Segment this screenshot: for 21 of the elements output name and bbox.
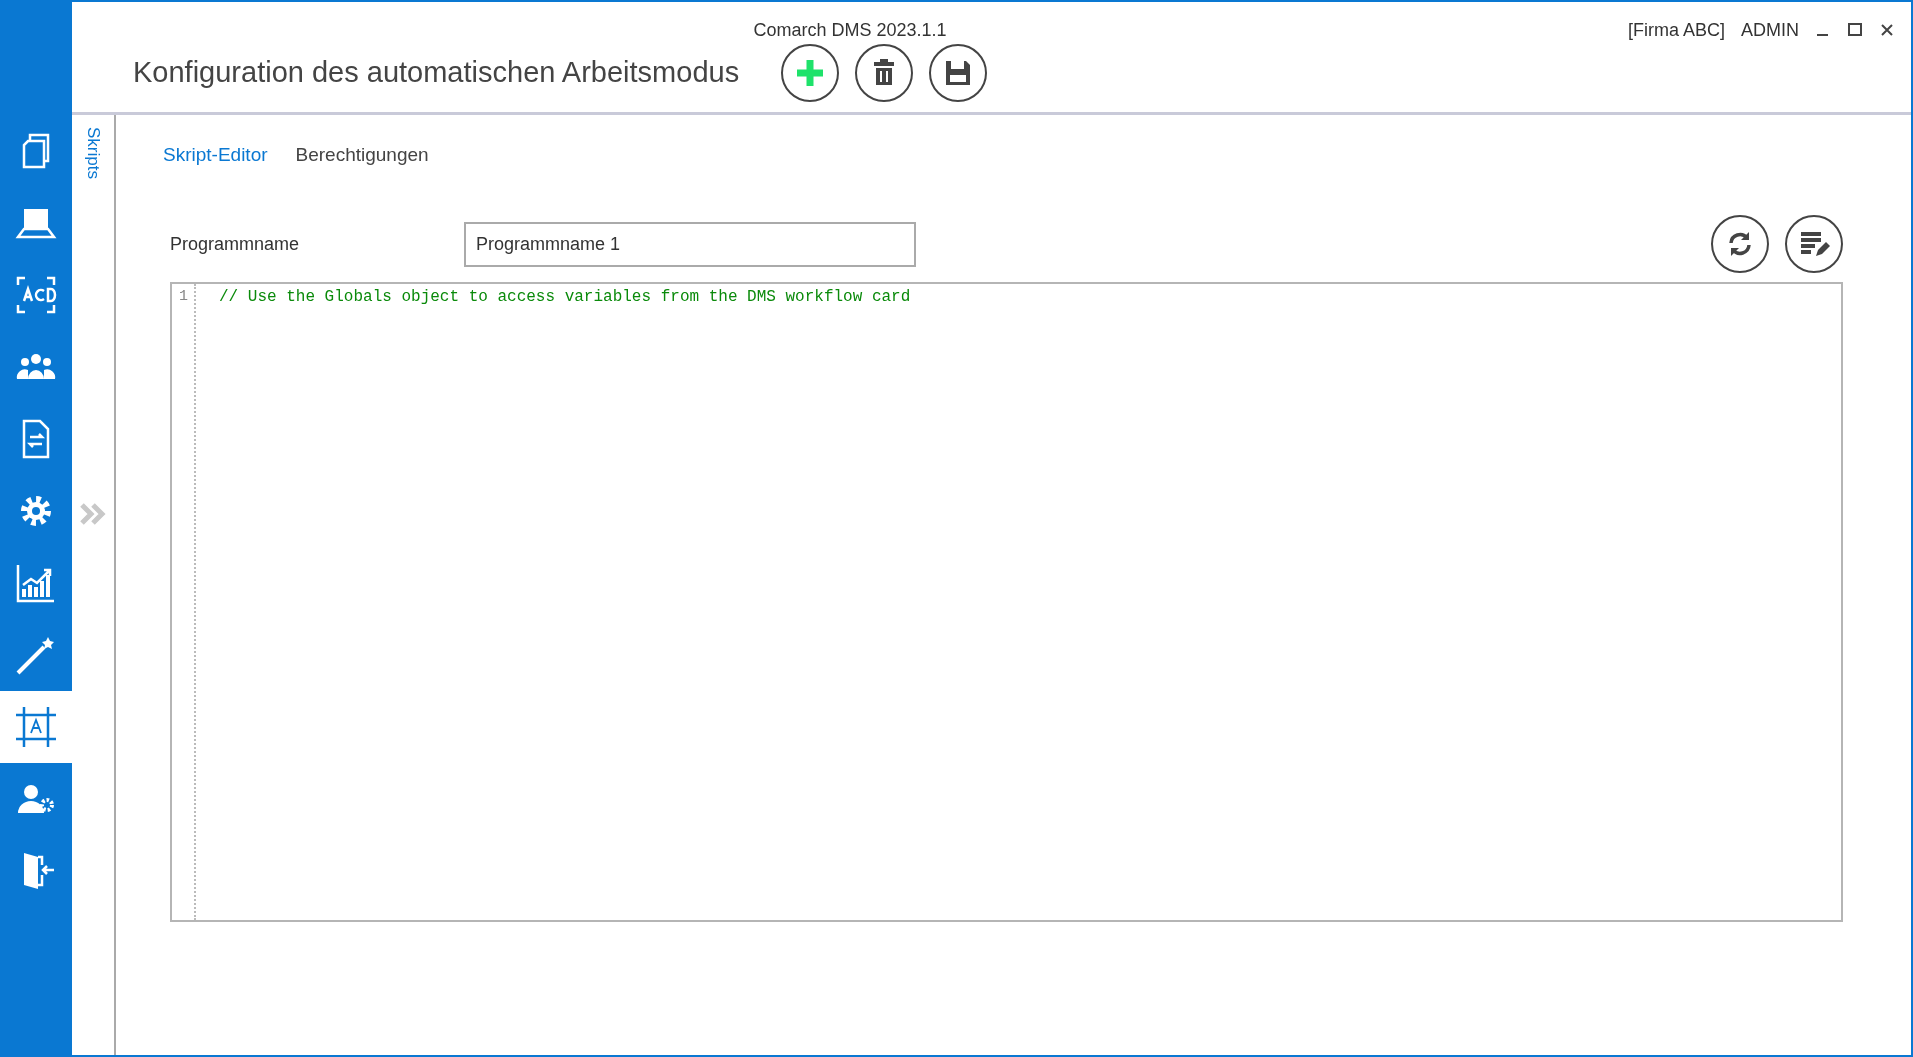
- edit-list-button[interactable]: [1785, 215, 1843, 273]
- sidebar-item[interactable]: [0, 691, 72, 763]
- window-title: Comarch DMS 2023.1.1: [753, 18, 947, 42]
- add-button[interactable]: [781, 44, 840, 102]
- program-name-field[interactable]: Programmname 1: [464, 221, 916, 267]
- page-title: Konfiguration des automatischen Arbeitsmodus: [133, 55, 740, 91]
- maximize-icon[interactable]: [1847, 22, 1863, 38]
- code-editor[interactable]: 1 // Use the Globals object to access variables from the DMS workflow card: [170, 281, 1843, 922]
- code-line: // Use the Globals object to access variables from the DMS workflow card: [218, 286, 912, 308]
- close-icon[interactable]: [1879, 22, 1895, 38]
- user-name: ADMIN: [1741, 18, 1799, 42]
- tab[interactable]: Skript-Editor: [163, 141, 268, 170]
- line-number: 1: [178, 286, 188, 307]
- field-label: Programmname: [170, 232, 301, 256]
- tab[interactable]: Berechtigungen: [295, 141, 429, 170]
- refresh-button[interactable]: [1711, 215, 1769, 273]
- company-name: [Firma ABC]: [1628, 18, 1725, 42]
- layout-frame-icon: [14, 705, 58, 749]
- trash-button[interactable]: [855, 44, 914, 102]
- floppy-disk-button[interactable]: [929, 44, 988, 102]
- side-tab[interactable]: Skripts: [80, 127, 106, 179]
